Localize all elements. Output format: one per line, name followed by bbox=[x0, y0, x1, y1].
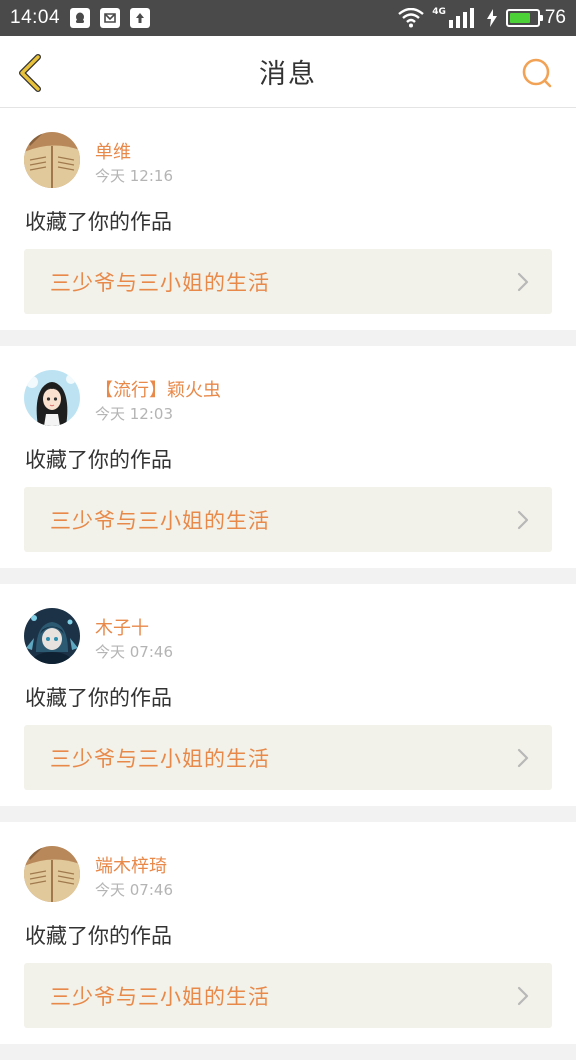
message-action: 收藏了你的作品 bbox=[25, 210, 172, 234]
message-card: 端木梓琦 今天 07:46 收藏了你的作品 三少爷与三小姐的生活 bbox=[0, 822, 576, 1044]
search-icon[interactable] bbox=[520, 56, 554, 90]
charging-icon bbox=[486, 9, 497, 27]
upload-icon bbox=[130, 8, 151, 28]
message-card: 单维 今天 12:16 收藏了你的作品 三少爷与三小姐的生活 bbox=[0, 108, 576, 330]
avatar[interactable] bbox=[24, 370, 80, 426]
user-name[interactable]: 单维 bbox=[95, 138, 131, 164]
book-avatar-icon bbox=[24, 846, 80, 902]
work-title: 三少爷与三小姐的生活 bbox=[50, 984, 270, 1009]
status-right: 4G 76 bbox=[398, 7, 566, 29]
work-link[interactable]: 三少爷与三小姐的生活 bbox=[24, 487, 552, 552]
user-name[interactable]: 【流行】颖火虫 bbox=[95, 376, 221, 402]
work-title: 三少爷与三小姐的生活 bbox=[50, 746, 270, 771]
chevron-right-icon bbox=[517, 510, 529, 529]
message-action: 收藏了你的作品 bbox=[25, 924, 172, 948]
message-time: 今天 12:03 bbox=[95, 405, 173, 423]
chevron-left-icon[interactable] bbox=[14, 54, 46, 92]
anime-avatar-icon bbox=[24, 608, 80, 664]
message-card: 【流行】颖火虫 今天 12:03 收藏了你的作品 三少爷与三小姐的生活 bbox=[0, 346, 576, 568]
work-title: 三少爷与三小姐的生活 bbox=[50, 270, 270, 295]
message-time: 今天 12:16 bbox=[95, 167, 173, 185]
work-link[interactable]: 三少爷与三小姐的生活 bbox=[24, 249, 552, 314]
user-name[interactable]: 木子十 bbox=[95, 614, 149, 640]
nav-header: 消息 bbox=[0, 36, 576, 108]
mail-icon bbox=[100, 8, 121, 28]
message-card: 木子十 今天 07:46 收藏了你的作品 三少爷与三小姐的生活 bbox=[0, 584, 576, 806]
chevron-right-icon bbox=[517, 272, 529, 291]
work-link[interactable]: 三少爷与三小姐的生活 bbox=[24, 725, 552, 790]
message-time: 今天 07:46 bbox=[95, 643, 173, 661]
status-time: 14:04 bbox=[10, 7, 61, 28]
battery-level: 76 bbox=[544, 7, 566, 28]
work-title: 三少爷与三小姐的生活 bbox=[50, 508, 270, 533]
avatar[interactable] bbox=[24, 608, 80, 664]
network-type: 4G bbox=[432, 7, 446, 17]
page-title: 消息 bbox=[259, 59, 317, 90]
status-left: 14:04 bbox=[10, 7, 151, 29]
qq-icon bbox=[70, 8, 91, 28]
message-action: 收藏了你的作品 bbox=[25, 686, 172, 710]
message-action: 收藏了你的作品 bbox=[25, 448, 172, 472]
signal-icon bbox=[448, 8, 474, 28]
wifi-icon bbox=[398, 8, 424, 28]
avatar[interactable] bbox=[24, 846, 80, 902]
chevron-right-icon bbox=[517, 748, 529, 767]
book-avatar-icon bbox=[24, 132, 80, 188]
message-list: 单维 今天 12:16 收藏了你的作品 三少爷与三小姐的生活 【流行】颖火虫 今… bbox=[0, 108, 576, 1060]
battery: 76 bbox=[505, 7, 566, 29]
work-link[interactable]: 三少爷与三小姐的生活 bbox=[24, 963, 552, 1028]
status-bar: 14:04 4G 76 bbox=[0, 0, 576, 36]
message-time: 今天 07:46 bbox=[95, 881, 173, 899]
chevron-right-icon bbox=[517, 986, 529, 1005]
user-name[interactable]: 端木梓琦 bbox=[95, 852, 167, 878]
girl-avatar-icon bbox=[24, 370, 80, 426]
battery-fill bbox=[509, 13, 530, 23]
avatar[interactable] bbox=[24, 132, 80, 188]
battery-icon bbox=[505, 9, 543, 27]
battery-tip bbox=[539, 15, 543, 21]
